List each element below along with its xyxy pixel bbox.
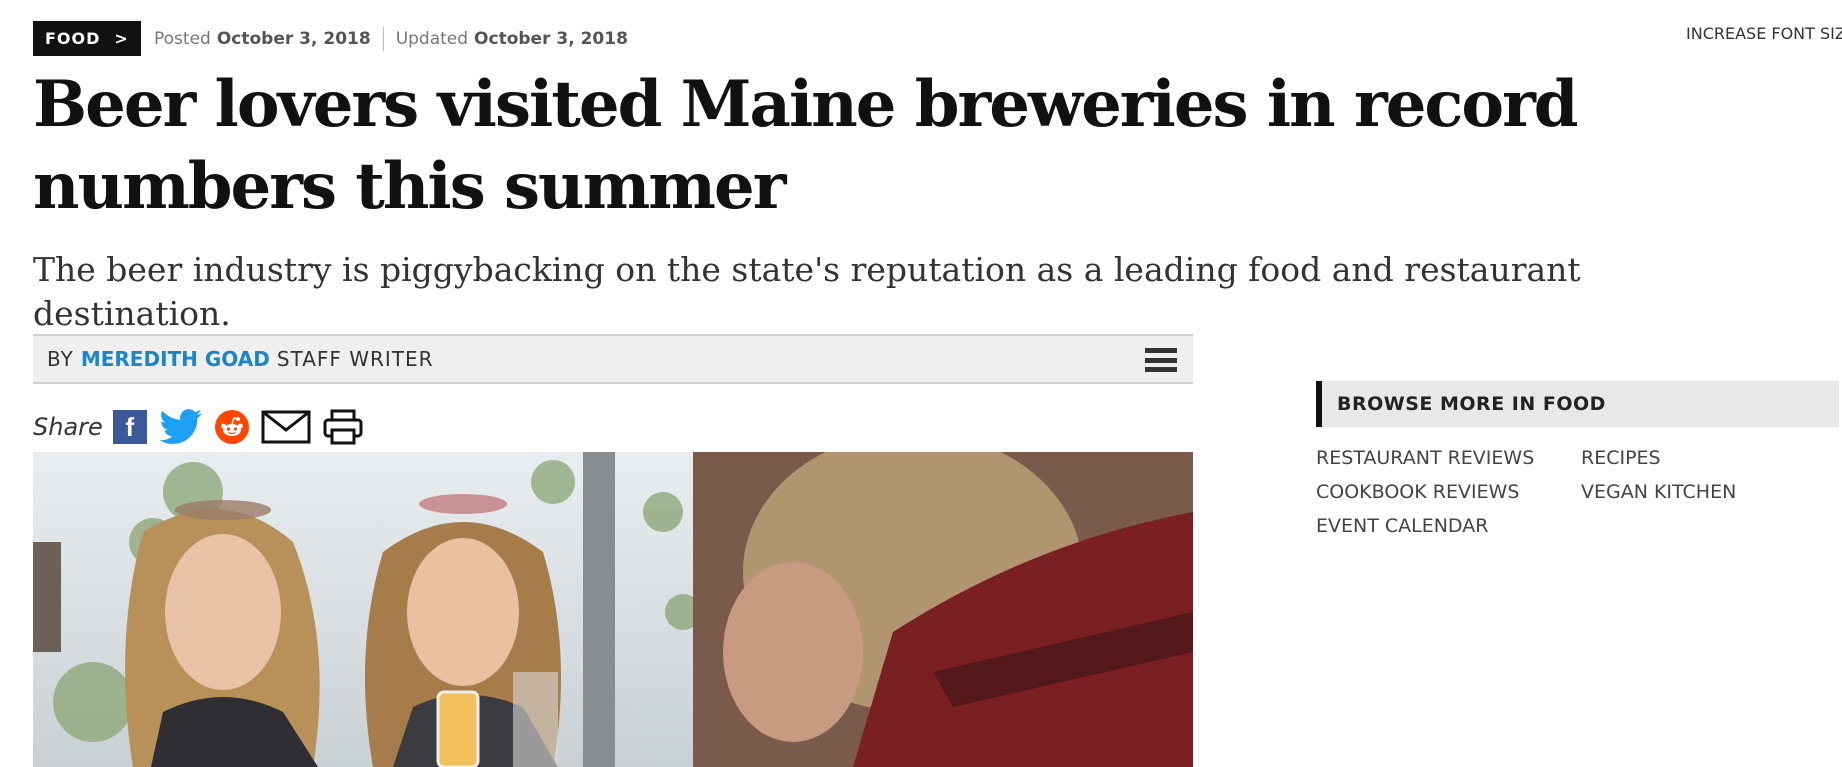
- chevron-right-icon: >: [114, 29, 129, 48]
- share-bar: Share f: [33, 408, 375, 446]
- article-subheadline: The beer industry is piggybacking on the…: [33, 250, 1581, 333]
- email-icon[interactable]: [261, 410, 311, 444]
- date-divider: [382, 27, 384, 51]
- article-headline: Beer lovers visited Maine breweries in r…: [33, 67, 1579, 224]
- reddit-icon[interactable]: [214, 410, 249, 444]
- article-photo: [33, 452, 1193, 767]
- sidebar-link-cookbook-reviews[interactable]: COOKBOOK REVIEWS: [1316, 480, 1581, 504]
- sidebar-link-vegan-kitchen[interactable]: VEGAN KITCHEN: [1581, 480, 1831, 504]
- section-tag-label: FOOD: [45, 29, 101, 48]
- sidebar-link-event-calendar[interactable]: EVENT CALENDAR: [1316, 514, 1581, 538]
- increase-font-size-link[interactable]: INCREASE FONT SIZE: [1686, 24, 1842, 43]
- browse-more-heading: BROWSE MORE IN FOOD: [1316, 381, 1839, 427]
- browse-more-links: RESTAURANT REVIEWS RECIPES COOKBOOK REVI…: [1316, 446, 1836, 538]
- posted-date: October 3, 2018: [216, 29, 371, 49]
- hamburger-menu-icon[interactable]: [1145, 348, 1177, 372]
- share-label: Share: [33, 413, 103, 441]
- byline-bar: BY MEREDITH GOAD STAFF WRITER: [33, 334, 1193, 384]
- byline-by: BY: [47, 347, 74, 371]
- author-link[interactable]: MEREDITH GOAD: [81, 347, 270, 371]
- posted-label: Posted: [154, 29, 211, 49]
- twitter-icon[interactable]: [159, 409, 203, 445]
- sidebar-link-recipes[interactable]: RECIPES: [1581, 446, 1831, 470]
- print-icon[interactable]: [323, 409, 363, 445]
- section-tag-food[interactable]: FOOD >: [33, 21, 141, 56]
- updated-date: October 3, 2018: [474, 29, 628, 49]
- updated-label: Updated: [395, 29, 469, 49]
- facebook-icon[interactable]: f: [112, 410, 147, 444]
- sidebar-link-restaurant-reviews[interactable]: RESTAURANT REVIEWS: [1316, 446, 1581, 470]
- article-dates: Posted October 3, 2018 Updated October 3…: [154, 26, 628, 52]
- byline-role: STAFF WRITER: [276, 347, 434, 371]
- facebook-glyph: f: [125, 411, 135, 442]
